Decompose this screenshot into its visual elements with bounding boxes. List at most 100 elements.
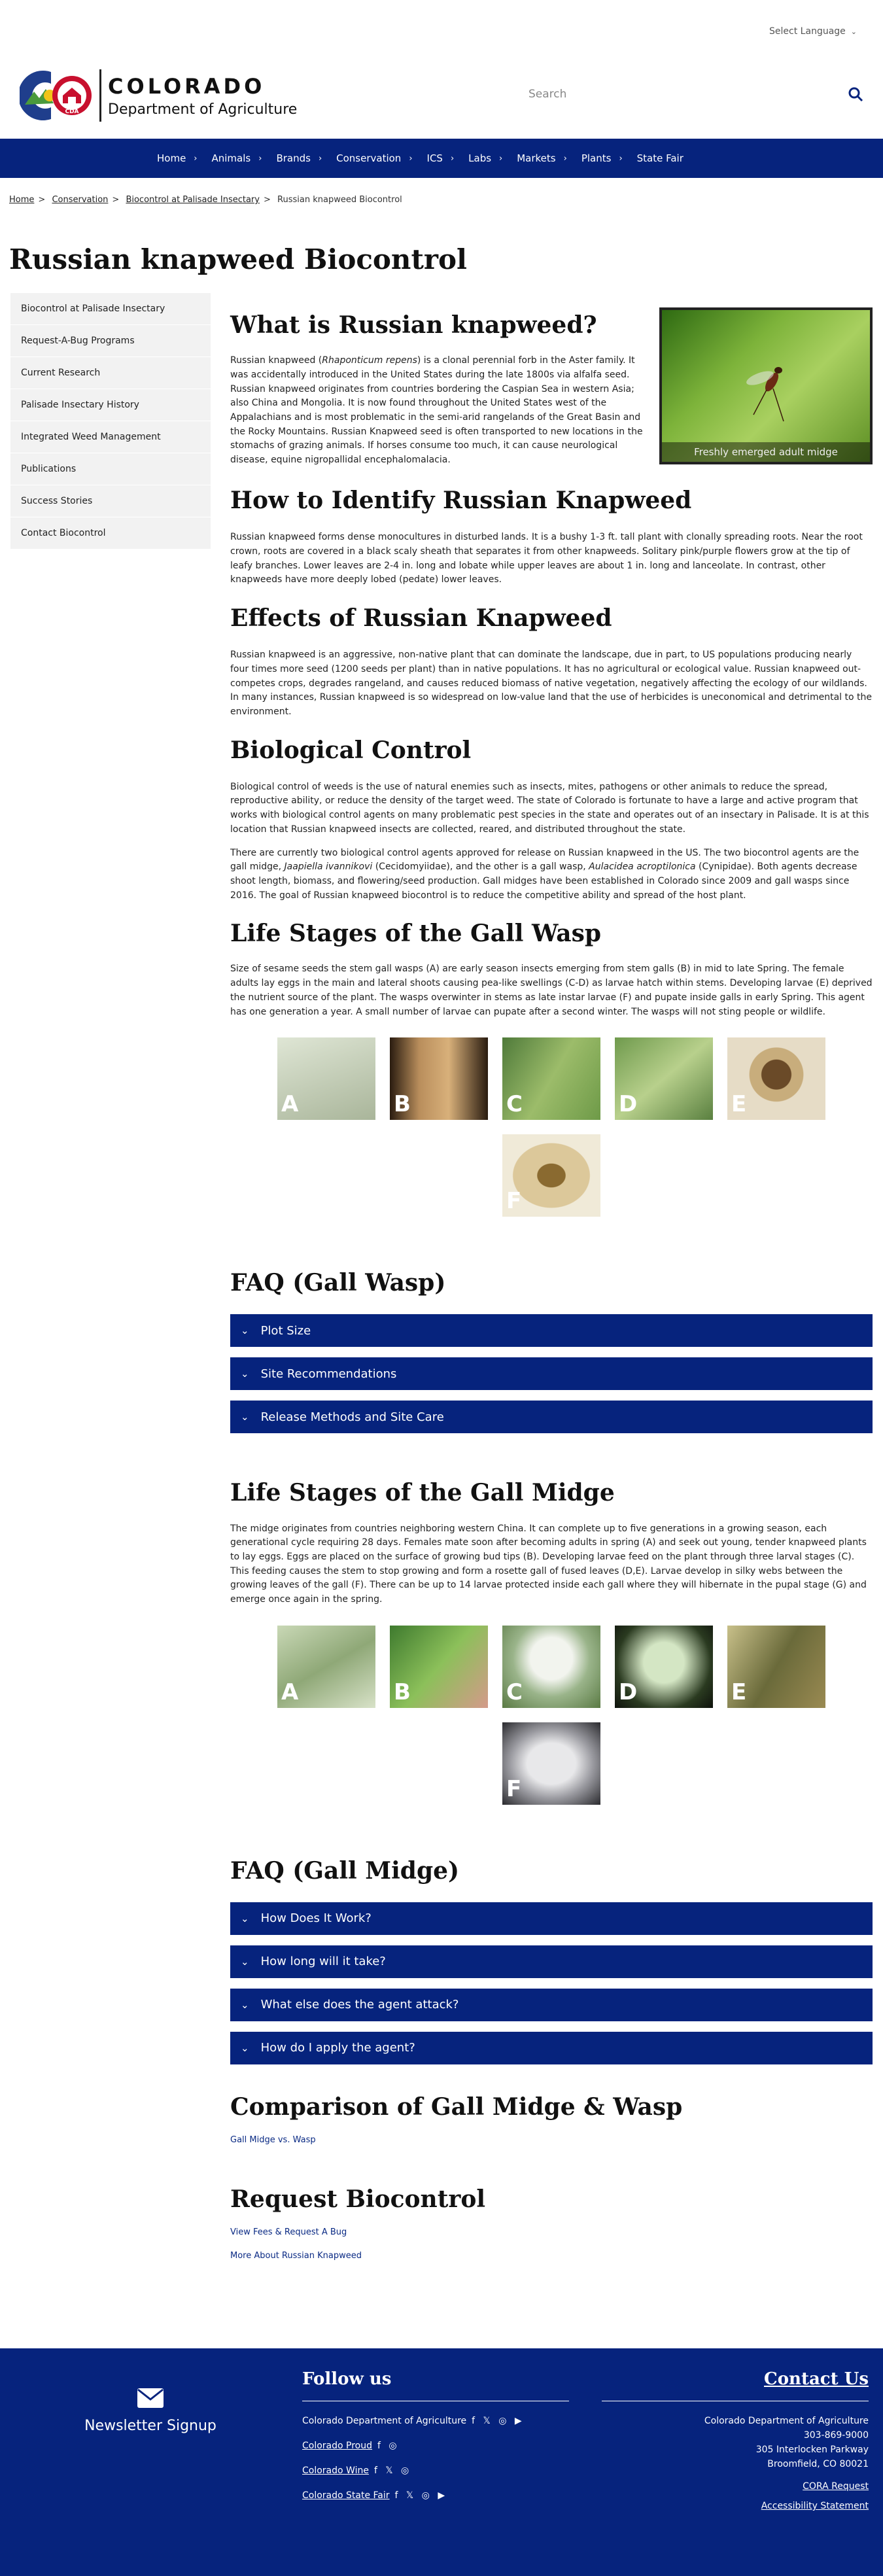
wasp-image-d[interactable]: D — [615, 1037, 713, 1121]
effects-paragraph: Russian knapweed is an aggressive, non-n… — [230, 650, 872, 717]
section-heading: Biological Control — [230, 736, 472, 764]
wasp-image-f[interactable]: F — [502, 1134, 600, 1217]
comparison-link[interactable]: Gall Midge vs. Wasp — [230, 2135, 316, 2145]
wasp-image-e[interactable]: E — [727, 1037, 825, 1121]
chevron-right-icon: › — [194, 153, 198, 164]
language-select[interactable]: Select Language ⌄ — [769, 26, 857, 37]
wasp-image-c[interactable]: C — [502, 1037, 600, 1121]
nav-home[interactable]: Home › — [157, 152, 198, 164]
chevron-down-icon: ⌄ — [241, 1912, 249, 1924]
wasp-gallery: A B C D E F — [270, 1037, 833, 1217]
cora-request-link[interactable]: CORA Request — [803, 2481, 869, 2492]
fees-request-link[interactable]: View Fees & Request A Bug — [230, 2227, 347, 2237]
section-biological-control: Biological Control Biological control of… — [230, 737, 873, 903]
nav-conservation[interactable]: Conservation › — [336, 152, 412, 164]
midge-image-b[interactable]: B — [390, 1625, 488, 1708]
accordion-how-does-it-work[interactable]: ⌄ How Does It Work? — [230, 1902, 873, 1935]
nav-markets[interactable]: Markets › — [517, 152, 567, 164]
chevron-down-icon: ⌄ — [241, 1411, 249, 1423]
logo-line2: Department of Agriculture — [108, 101, 298, 118]
nav-plants[interactable]: Plants › — [581, 152, 623, 164]
search-input[interactable]: Search — [528, 88, 842, 101]
midge-image-a[interactable]: A — [277, 1625, 375, 1708]
logo-text: COLORADO Department of Agriculture — [99, 69, 297, 122]
social-icons[interactable]: f ◎ — [377, 2441, 400, 2451]
main-nav: Home › Animals › Brands › Conservation › ICS… — [0, 139, 883, 178]
breadcrumb-biocontrol[interactable]: Biocontrol at Palisade Insectary — [126, 195, 260, 205]
section-heading: Request Biocontrol — [230, 2185, 486, 2213]
contact-phone: 303-869-9000 — [803, 2430, 869, 2441]
nav-state-fair[interactable]: State Fair — [637, 152, 684, 164]
contact-us: Contact Us Colorado Department of Agricu… — [602, 2369, 869, 2511]
social-icons[interactable]: f 𝕏 ◎ ▶ — [472, 2416, 525, 2426]
section-faq-midge: FAQ (Gall Midge) ⌄ How Does It Work? ⌄ How… — [230, 1857, 873, 2064]
page-title: Russian knapweed Biocontrol — [9, 243, 467, 275]
bio-paragraph-2: There are currently two biological contr… — [230, 847, 859, 901]
sidebar-item-success-stories[interactable]: Success Stories — [10, 485, 211, 517]
breadcrumb-current: Russian knapweed Biocontrol — [277, 195, 402, 205]
chevron-down-icon: ⌄ — [241, 2042, 249, 2054]
section-heading: Effects of Russian Knapweed — [230, 604, 612, 632]
follow-row-proud: Colorado Proud f ◎ — [302, 2441, 400, 2451]
section-heading: FAQ (Gall Wasp) — [230, 1269, 446, 1297]
wasp-paragraph: Size of sesame seeds the stem gall wasps… — [230, 964, 873, 1017]
accordion-how-long[interactable]: ⌄ How long will it take? — [230, 1945, 873, 1978]
accordion-release-methods[interactable]: ⌄ Release Methods and Site Care — [230, 1401, 873, 1434]
social-icons[interactable]: f 𝕏 ◎ ▶ — [395, 2490, 448, 2501]
breadcrumb: Home > Conservation > Biocontrol at Palisa… — [9, 195, 402, 205]
sidebar-item-weed-management[interactable]: Integrated Weed Management — [10, 421, 211, 453]
site-logo[interactable]: CDA COLORADO Department of Agriculture — [18, 65, 297, 126]
chevron-right-icon: › — [619, 153, 623, 164]
accordion-site-recommendations[interactable]: ⌄ Site Recommendations — [230, 1357, 873, 1391]
photo-caption: Freshly emerged adult midge — [662, 442, 870, 462]
social-icons[interactable]: f 𝕏 ◎ — [374, 2465, 411, 2476]
section-effects: Effects of Russian Knapweed Russian knap… — [230, 604, 873, 720]
midge-image-f[interactable]: F — [502, 1722, 600, 1805]
search-icon[interactable] — [842, 81, 869, 107]
newsletter-signup[interactable]: Newsletter Signup — [78, 2388, 222, 2434]
contact-org: Colorado Department of Agriculture — [704, 2416, 869, 2426]
section-what: What is Russian knapweed? Freshly emerge… — [230, 293, 873, 475]
chevron-right-icon: › — [258, 153, 262, 164]
what-paragraph: Russian knapweed (Rhaponticum repens) is… — [230, 355, 643, 465]
sidebar-item-biocontrol[interactable]: Biocontrol at Palisade Insectary — [10, 293, 211, 325]
breadcrumb-home[interactable]: Home — [9, 195, 34, 205]
accordion-what-else[interactable]: ⌄ What else does the agent attack? — [230, 1988, 873, 2021]
section-faq-wasp: FAQ (Gall Wasp) ⌄ Plot Size ⌄ Site Recomme… — [230, 1269, 873, 1434]
chevron-right-icon: › — [450, 153, 455, 164]
wasp-image-b[interactable]: B — [390, 1037, 488, 1121]
top-utility-bar: Select Language ⌄ — [0, 0, 883, 65]
search-box[interactable]: Search — [528, 81, 869, 107]
colorado-logo-icon: CDA — [18, 65, 93, 126]
wasp-image-a[interactable]: A — [277, 1037, 375, 1121]
midge-image-c[interactable]: C — [502, 1625, 600, 1708]
follow-heading: Follow us — [302, 2369, 569, 2401]
breadcrumb-conservation[interactable]: Conservation — [52, 195, 108, 205]
accordion-plot-size[interactable]: ⌄ Plot Size — [230, 1314, 873, 1348]
nav-brands[interactable]: Brands › — [276, 152, 322, 164]
follow-row-wine: Colorado Wine f 𝕏 ◎ — [302, 2465, 412, 2476]
contact-city: Broomfield, CO 80021 — [767, 2459, 869, 2469]
site-footer: Newsletter Signup Follow us Colorado Dep… — [0, 2348, 883, 2576]
more-about-link[interactable]: More About Russian Knapweed — [230, 2251, 362, 2261]
nav-labs[interactable]: Labs › — [468, 152, 502, 164]
section-heading: Life Stages of the Gall Wasp — [230, 920, 602, 948]
sidebar-item-publications[interactable]: Publications — [10, 453, 211, 485]
accordion-how-apply[interactable]: ⌄ How do I apply the agent? — [230, 2031, 873, 2064]
identify-paragraph: Russian knapweed forms dense monoculture… — [230, 532, 863, 585]
sidebar-item-history[interactable]: Palisade Insectary History — [10, 389, 211, 421]
section-heading: Life Stages of the Gall Midge — [230, 1479, 615, 1507]
chevron-down-icon: ⌄ — [241, 1325, 249, 1337]
follow-row-state-fair: Colorado State Fair f 𝕏 ◎ ▶ — [302, 2490, 448, 2501]
logo-line1: COLORADO — [108, 73, 266, 99]
sidebar-item-request-a-bug[interactable]: Request-A-Bug Programs — [10, 325, 211, 357]
nav-ics[interactable]: ICS › — [427, 152, 455, 164]
sidebar-item-contact[interactable]: Contact Biocontrol — [10, 517, 211, 549]
contact-heading[interactable]: Contact Us — [764, 2369, 869, 2389]
sidebar-item-current-research[interactable]: Current Research — [10, 357, 211, 389]
accessibility-link[interactable]: Accessibility Statement — [761, 2501, 869, 2511]
section-gall-wasp: Life Stages of the Gall Wasp Size of ses… — [230, 920, 873, 1217]
midge-image-e[interactable]: E — [727, 1625, 825, 1708]
nav-animals[interactable]: Animals › — [212, 152, 262, 164]
midge-image-d[interactable]: D — [615, 1625, 713, 1708]
